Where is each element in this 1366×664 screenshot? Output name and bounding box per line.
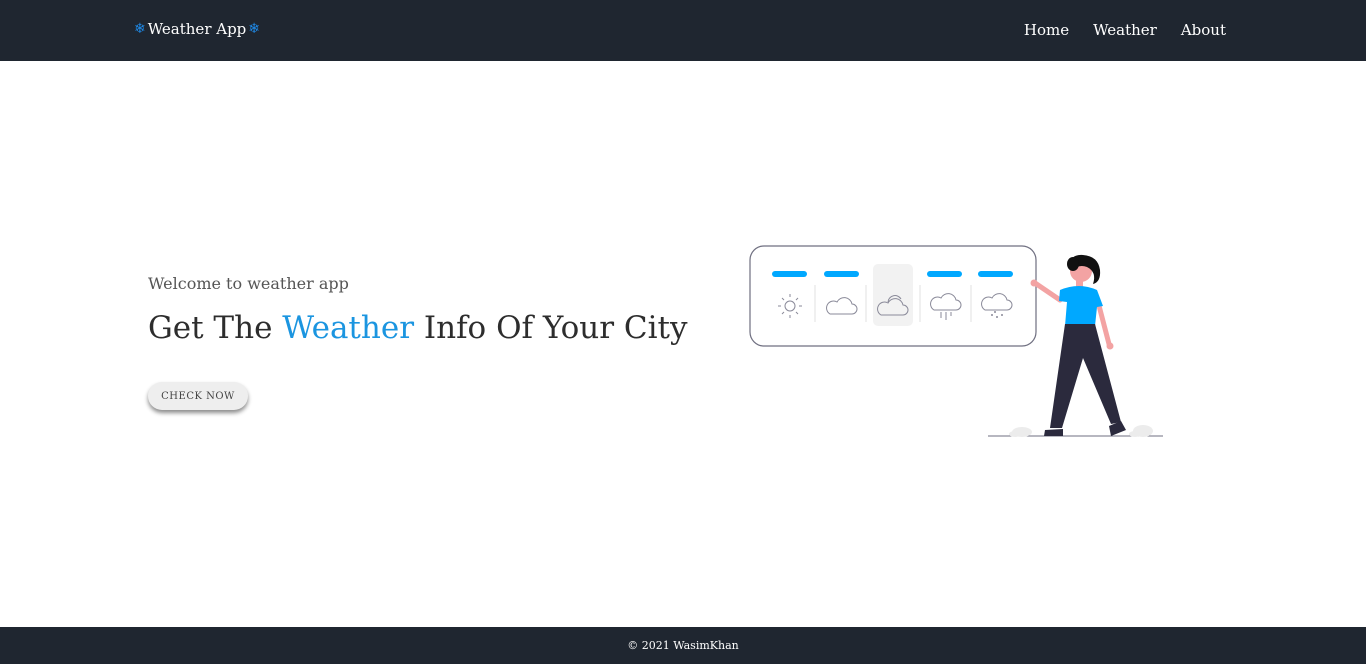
welcome-text: Welcome to weather app xyxy=(148,274,349,293)
brand-title: Weather App xyxy=(147,20,247,38)
selected-day-highlight xyxy=(873,264,913,326)
person-figure xyxy=(1030,254,1126,436)
headline-part-2: Info Of Your City xyxy=(414,310,688,346)
nav-links: Home Weather About xyxy=(1024,21,1226,39)
brand-link[interactable]: ❄ Weather App ❄ xyxy=(134,20,260,38)
snowflake-icon: ❄ xyxy=(248,21,261,37)
weather-illustration xyxy=(745,240,1170,449)
headline-part-1: Get The xyxy=(148,310,283,346)
nav-about-link[interactable]: About xyxy=(1181,21,1226,39)
footer: © 2021 WasimKhan xyxy=(0,627,1366,664)
hero-headline: Get The Weather Info Of Your City xyxy=(148,310,688,346)
nav-home-link[interactable]: Home xyxy=(1024,21,1069,39)
copyright-text: © 2021 WasimKhan xyxy=(627,639,739,652)
check-now-button[interactable]: CHECK NOW xyxy=(148,382,248,410)
snowflake-icon: ❄ xyxy=(134,21,146,37)
hero-text: Welcome to weather app Get The Weather I… xyxy=(148,274,688,346)
headline-accent: Weather xyxy=(282,310,415,346)
bushes xyxy=(1009,425,1153,437)
navbar: ❄ Weather App ❄ Home Weather About xyxy=(0,0,1366,61)
nav-weather-link[interactable]: Weather xyxy=(1093,21,1157,39)
